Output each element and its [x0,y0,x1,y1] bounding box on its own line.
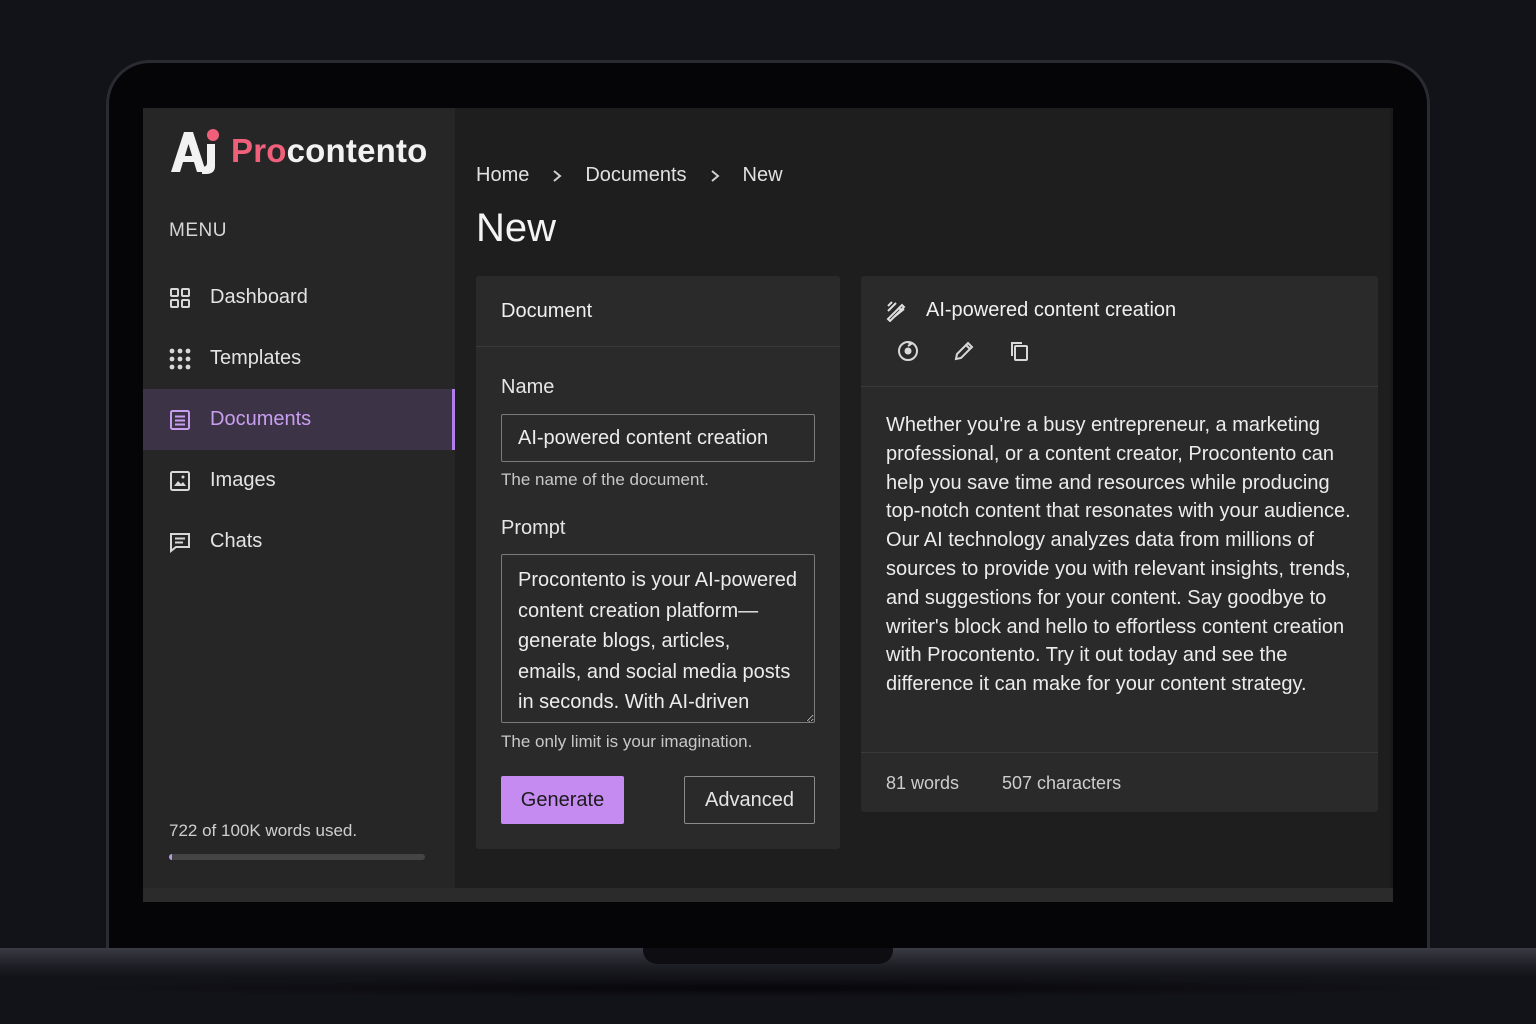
copy-icon[interactable] [1007,339,1031,363]
sidebar-item-label: Templates [210,347,302,369]
advanced-button[interactable]: Advanced [684,776,815,824]
result-stats-footer: 81 words 507 characters [861,752,1378,812]
chat-icon [169,531,191,553]
sidebar-item-documents[interactable]: Documents [143,389,455,450]
document-form-card: Document Name AI-powered content creatio… [476,276,840,849]
usage-progress-fill [169,854,172,860]
logo-text-prefix: Pro [231,132,287,169]
name-label: Name [501,376,555,398]
document-list-icon [169,409,191,431]
breadcrumb-current: New [742,164,783,186]
page-title: New [476,206,557,250]
breadcrumb: Home Documents New [476,164,783,187]
prompt-label: Prompt [501,517,566,539]
usage-text: 722 of 100K words used. [169,821,358,840]
regenerate-icon[interactable] [896,339,920,363]
breadcrumb-home[interactable]: Home [476,164,529,187]
usage-progress-bar [169,854,425,860]
image-icon [169,470,191,492]
laptop-notch [643,948,893,964]
word-count: 81 words [886,773,960,793]
sidebar-nav: Dashboard Templates Documents Images Cha… [143,267,455,572]
app-logo[interactable]: Procontento [169,128,428,174]
app-screen: Procontento MENU Dashboard Templates Doc… [143,108,1393,902]
dashboard-grid-icon [169,287,191,309]
breadcrumb-documents[interactable]: Documents [585,164,686,187]
character-count: 507 characters [1002,773,1122,793]
result-body-text: Whether you're a busy entrepreneur, a ma… [886,414,1351,696]
prompt-help-text: The only limit is your imagination. [501,732,753,751]
menu-label: MENU [169,220,227,241]
sidebar-item-templates[interactable]: Templates [143,328,455,389]
sidebar: Procontento MENU Dashboard Templates Doc… [143,108,455,902]
sidebar-item-label: Dashboard [210,286,308,308]
logo-mark-icon [169,128,223,174]
logo-text-suffix: contento [286,132,428,169]
document-card-title: Document [476,276,840,347]
main-content: Home Documents New New Document Name AI-… [455,108,1393,902]
magic-pen-icon [885,300,907,323]
screen-bottom-strip [143,888,1393,902]
sidebar-item-label: Chats [210,530,263,552]
sidebar-item-dashboard[interactable]: Dashboard [143,267,455,328]
content-divider [1390,108,1393,902]
dots-grid-icon [169,348,191,370]
name-help-text: The name of the document. [501,470,709,489]
logo-text: Procontento [231,132,428,170]
generate-button[interactable]: Generate [501,776,624,824]
sidebar-item-chats[interactable]: Chats [143,511,455,572]
resize-handle-icon[interactable] [801,709,811,722]
sidebar-item-label: Images [210,469,276,491]
laptop-shadow [40,978,1496,998]
prompt-textarea[interactable]: Procontento is your AI-powered content c… [501,554,815,723]
result-card-header: AI-powered content creation [861,276,1378,387]
chevron-right-icon [551,169,563,183]
chevron-right-icon [709,169,721,183]
result-title: AI-powered content creation [926,299,1177,321]
name-input[interactable]: AI-powered content creation [501,414,815,462]
edit-pencil-icon[interactable] [952,339,976,363]
result-card: AI-powered content creation Whether you'… [861,276,1378,812]
sidebar-item-images[interactable]: Images [143,450,455,511]
sidebar-item-label: Documents [210,408,312,430]
prompt-text: Procontento is your AI-powered content c… [518,569,798,722]
